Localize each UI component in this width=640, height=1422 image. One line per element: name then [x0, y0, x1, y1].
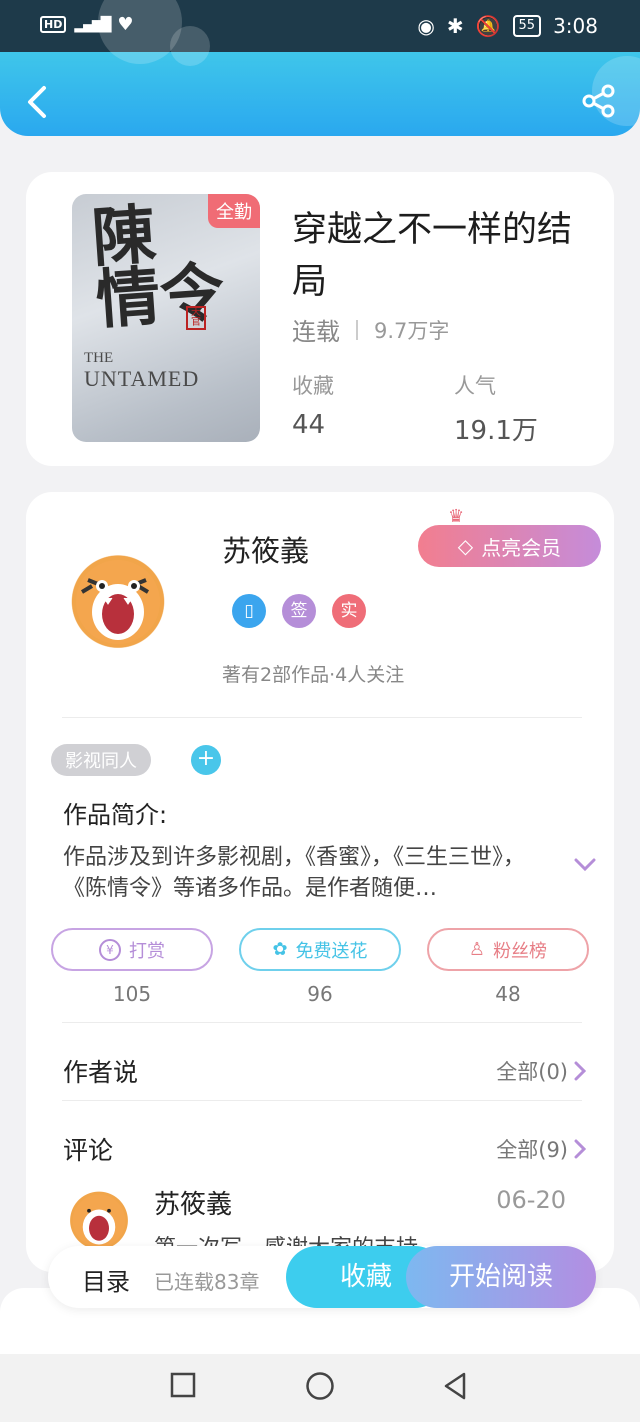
catalog-button[interactable]: 目录: [82, 1262, 130, 1297]
cover-title: UNTAMED: [84, 366, 200, 391]
back-icon[interactable]: [22, 82, 54, 122]
attendance-badge: 全勤: [208, 194, 260, 228]
signal-icon: ▂▄▆█: [74, 16, 111, 33]
divider: [62, 1100, 582, 1101]
chapter-count: 已连载83章: [154, 1270, 260, 1294]
book-info-card: 陳情令 天官 THE UNTAMED 全勤 穿越之不一样的结局 连载 9.7万字…: [26, 172, 614, 466]
comments-link-label: 全部(9): [496, 1138, 568, 1162]
author-card: 苏筱義 ♛ ◇ 点亮会员 ▯ 签 实 著有2部作品·4人关注 影视同人 + 作品…: [26, 492, 614, 1272]
intro-title: 作品简介:: [63, 801, 168, 829]
bluetooth-icon: ✱: [446, 14, 464, 38]
fans-ranking-label: 粉丝榜: [493, 940, 548, 962]
book-cover[interactable]: 陳情令 天官 THE UNTAMED 全勤: [72, 194, 260, 442]
author-stats: 著有2部作品·4人关注: [222, 664, 405, 686]
divider: [62, 717, 582, 718]
reward-count: 105: [112, 982, 152, 1006]
author-name[interactable]: 苏筱義: [222, 528, 309, 570]
battery-indicator: 55: [512, 15, 542, 37]
favorites-label: 收藏: [292, 374, 334, 398]
divider: [62, 1022, 582, 1023]
author-says-title: 作者说: [63, 1058, 139, 1087]
hd-indicator: HD: [40, 16, 67, 33]
reward-button[interactable]: ¥ 打赏: [51, 928, 213, 971]
vip-button-label: 点亮会员: [481, 535, 562, 560]
start-reading-button[interactable]: 开始阅读: [406, 1246, 596, 1308]
reward-label: 打赏: [129, 940, 165, 962]
top-header: HD ▂▄▆█ ♥ ◉ ✱ 🔕 55 3:08: [0, 0, 640, 136]
user-icon: ♙: [468, 939, 486, 960]
send-flower-label: 免费送花: [295, 940, 368, 962]
system-nav-bar: [0, 1354, 640, 1422]
coin-icon: ¥: [99, 938, 121, 961]
author-badges: ▯ 签 实: [232, 594, 366, 628]
send-flower-button[interactable]: ✿ 免费送花: [239, 928, 401, 971]
tiger-avatar-icon: [72, 1194, 126, 1247]
genre-tag[interactable]: 影视同人: [51, 744, 151, 776]
mute-icon: 🔕: [475, 14, 501, 38]
diamond-icon: ◇: [457, 534, 474, 558]
tiger-avatar-icon: [76, 560, 160, 644]
expand-chevron-icon[interactable]: [574, 858, 596, 872]
comments-link[interactable]: 全部(9): [496, 1134, 586, 1164]
chevron-right-icon: [574, 1139, 586, 1159]
chevron-right-icon: [574, 1061, 586, 1081]
flower-icon: ✿: [272, 939, 288, 960]
intro-text: 作品涉及到许多影视剧，《香蜜》，《三生三世》，《陈情令》等诸多作品。是作者随便…: [63, 845, 526, 901]
recent-apps-icon[interactable]: [170, 1372, 196, 1398]
book-status: 连载: [292, 318, 340, 346]
commenter-name[interactable]: 苏筱義: [154, 1184, 232, 1221]
commenter-avatar[interactable]: [64, 1182, 134, 1252]
add-tag-icon[interactable]: +: [191, 745, 221, 775]
crown-icon: ♛: [448, 506, 465, 527]
vip-button[interactable]: ◇ 点亮会员: [418, 525, 601, 567]
phone-badge-icon: ▯: [232, 594, 266, 628]
popularity-label: 人气: [454, 374, 496, 398]
flower-count: 96: [307, 982, 333, 1006]
comment-date: 06-20: [496, 1186, 566, 1214]
fans-count: 48: [495, 982, 521, 1006]
fans-ranking-button[interactable]: ♙ 粉丝榜: [427, 928, 589, 971]
author-avatar[interactable]: [62, 540, 174, 652]
cover-title-small: THE: [84, 350, 114, 366]
eye-icon: ◉: [417, 14, 435, 38]
back-nav-icon[interactable]: [442, 1372, 468, 1400]
author-says-link-label: 全部(0): [496, 1060, 568, 1084]
favorites-value: 44: [292, 410, 326, 440]
meta-divider: [356, 319, 358, 340]
word-count: 9.7万字: [374, 318, 450, 343]
book-title: 穿越之不一样的结局: [292, 210, 573, 302]
status-bar: HD ▂▄▆█ ♥ ◉ ✱ 🔕 55 3:08: [0, 0, 640, 52]
health-icon: ♥: [117, 14, 134, 35]
share-icon[interactable]: [582, 84, 616, 118]
signed-badge: 签: [282, 594, 316, 628]
comments-title: 评论: [63, 1136, 114, 1165]
verified-badge: 实: [332, 594, 366, 628]
clock: 3:08: [553, 14, 598, 38]
bottom-action-bar: 目录 已连载83章 收藏 开始阅读: [48, 1246, 596, 1308]
author-says-link[interactable]: 全部(0): [496, 1056, 586, 1086]
home-icon[interactable]: [305, 1371, 335, 1401]
cover-seal: 天官: [186, 306, 206, 330]
popularity-value: 19.1万: [454, 416, 538, 446]
book-meta: 连载 9.7万字: [292, 312, 449, 347]
